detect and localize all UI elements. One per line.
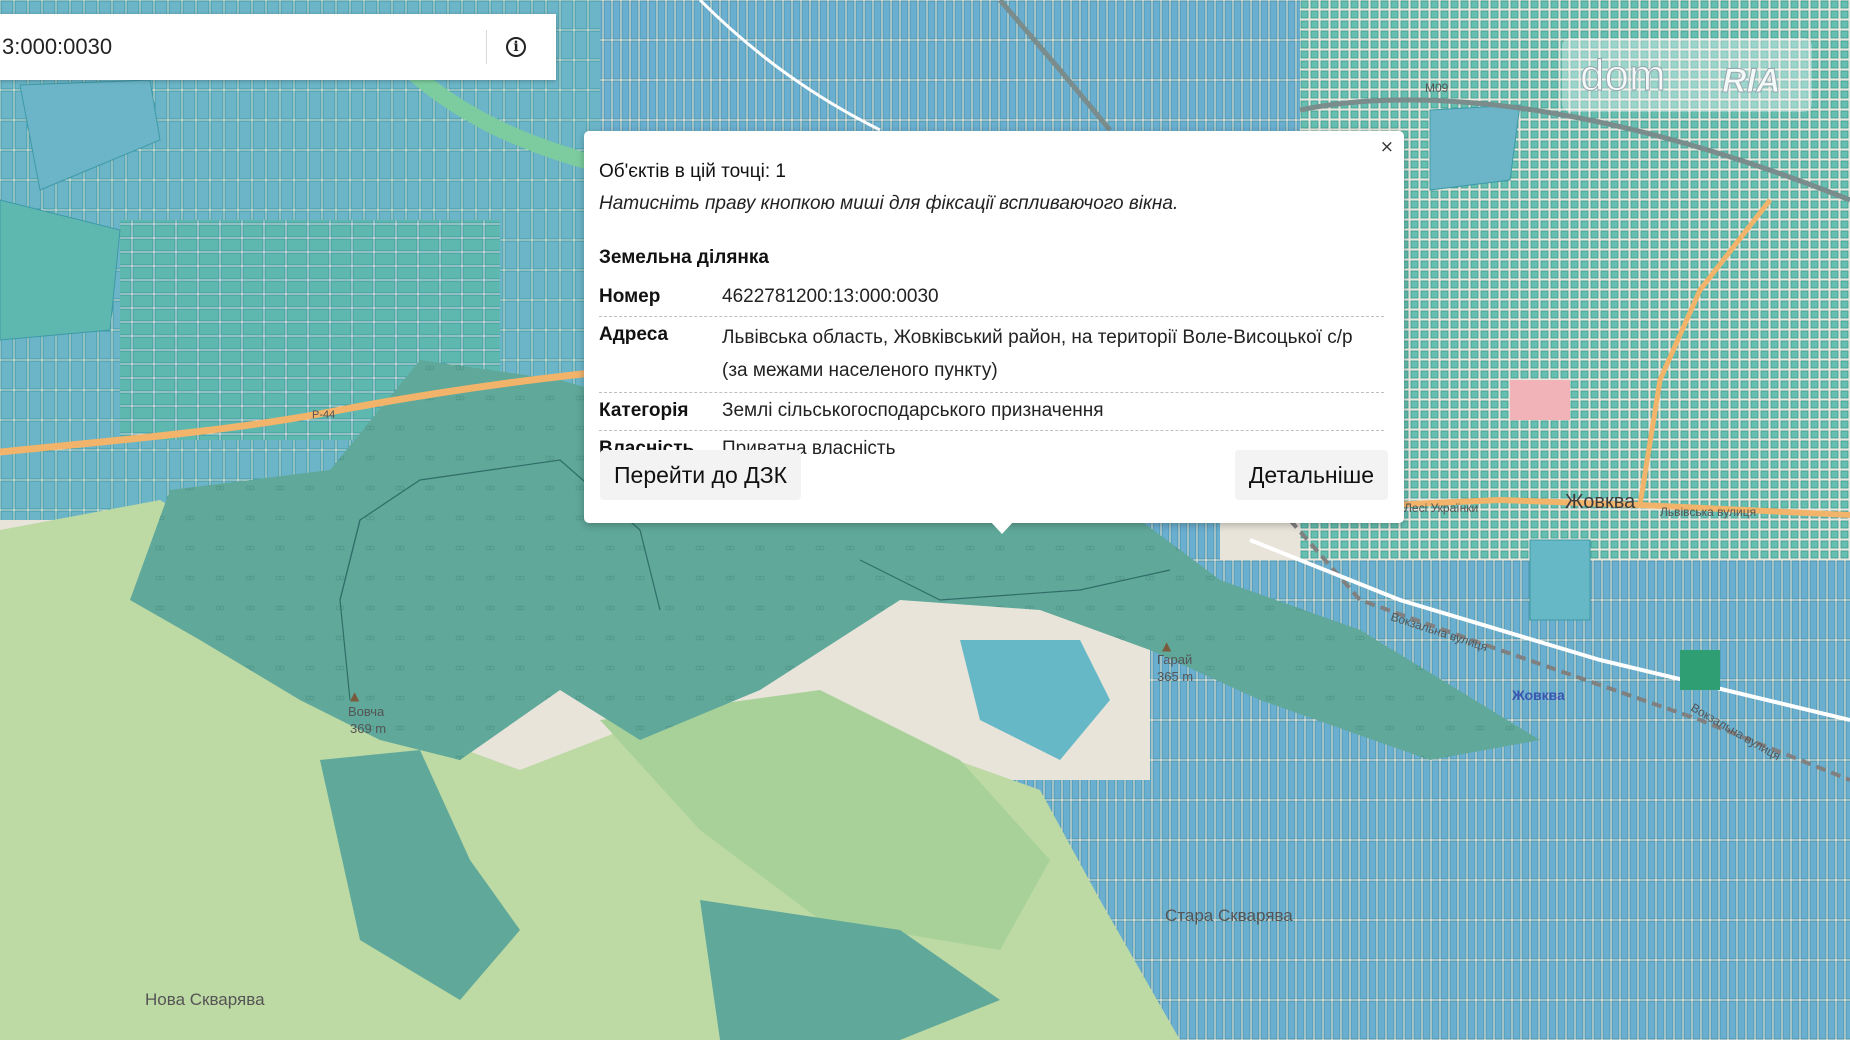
row-label-number: Номер bbox=[599, 286, 661, 307]
label-peak-height: 369 m bbox=[350, 721, 386, 736]
label-road: P-44 bbox=[312, 409, 335, 421]
parcel-info-table: Номер 4622781200:13:000:0030 Адреса Льві… bbox=[599, 279, 1384, 468]
parcel-popup: × Об'єктів в цій точці: 1 Натисніть прав… bbox=[584, 131, 1404, 523]
label-town: Жовква bbox=[1565, 491, 1636, 513]
search-bar: i bbox=[0, 14, 556, 80]
row-value-number: 4622781200:13:000:0030 bbox=[722, 286, 939, 307]
town-park bbox=[1529, 539, 1591, 621]
row-value-category: Землі сільськогосподарського призначення bbox=[722, 400, 1104, 421]
search-divider bbox=[486, 30, 487, 64]
label-peak: Гарай bbox=[1157, 652, 1192, 667]
section-title: Земельна ділянка bbox=[599, 247, 769, 268]
go-to-dzk-button[interactable]: Перейти до ДЗК bbox=[600, 450, 801, 500]
popup-hint: Натисніть праву кнопкою миші для фіксаці… bbox=[599, 193, 1179, 214]
row-label-category: Категорія bbox=[599, 400, 689, 421]
popup-pointer bbox=[990, 521, 1014, 534]
label-village: Стара Скварява bbox=[1165, 906, 1293, 925]
details-button[interactable]: Детальніше bbox=[1234, 450, 1388, 500]
parcel-area-north[interactable] bbox=[600, 0, 1300, 140]
table-row: Категорія Землі сільськогосподарського п… bbox=[599, 393, 1384, 431]
address-line: Львівська область, Жовківський район, на… bbox=[722, 327, 1353, 348]
close-icon[interactable]: × bbox=[1380, 137, 1394, 157]
address-line: (за межами населеного пункту) bbox=[722, 360, 998, 381]
search-input[interactable] bbox=[2, 27, 472, 67]
row-value-address: Львівська область, Жовківський район, на… bbox=[722, 321, 1353, 387]
row-label-address: Адреса bbox=[599, 324, 669, 345]
peak-marker-icon: ▲ bbox=[350, 689, 360, 703]
town-block bbox=[1510, 380, 1570, 420]
field[interactable] bbox=[1429, 104, 1521, 191]
label-peak-height: 365 m bbox=[1157, 669, 1193, 684]
label-village: Нова Скварява bbox=[145, 990, 265, 1009]
info-icon[interactable]: i bbox=[506, 37, 526, 57]
label-station: Жовква bbox=[1511, 687, 1565, 703]
objects-count: Об'єктів в цій точці: 1 bbox=[599, 161, 786, 182]
label-road: М09 bbox=[1425, 81, 1449, 95]
table-row: Номер 4622781200:13:000:0030 bbox=[599, 279, 1384, 317]
label-peak: Вовча bbox=[348, 704, 385, 719]
town-block bbox=[1680, 650, 1720, 690]
label-street: Львівська вулиця bbox=[1660, 505, 1756, 519]
table-row: Адреса Львівська область, Жовківський ра… bbox=[599, 317, 1384, 393]
peak-marker-icon: ▲ bbox=[1162, 639, 1172, 653]
